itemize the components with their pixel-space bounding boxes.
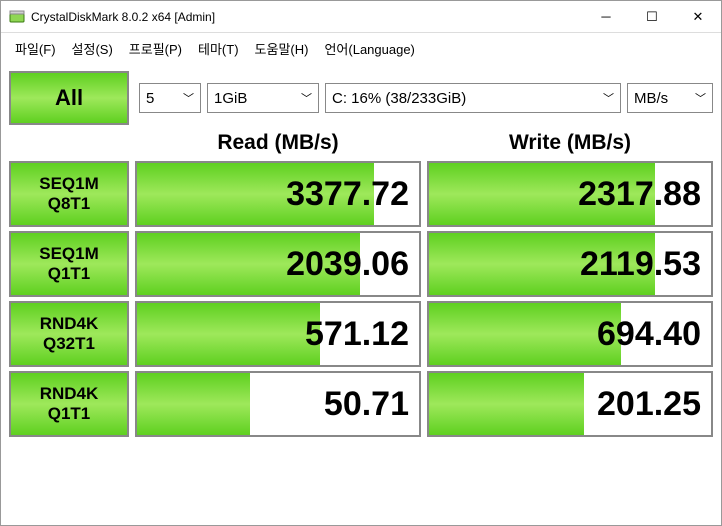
close-button[interactable]: ✕ xyxy=(675,1,721,32)
read-value-cell: 2039.06 xyxy=(135,231,421,297)
test-button-seq1m-q8t1[interactable]: SEQ1M Q8T1 xyxy=(9,161,129,227)
menu-help[interactable]: 도움말(H) xyxy=(247,35,317,62)
results-area: SEQ1M Q8T1 3377.72 2317.88 SEQ1M Q1T1 20… xyxy=(1,161,721,449)
write-value-cell: 2317.88 xyxy=(427,161,713,227)
unit-value: MB/s xyxy=(634,90,668,107)
write-value: 2119.53 xyxy=(580,245,701,284)
write-value: 2317.88 xyxy=(578,175,701,214)
write-value-cell: 2119.53 xyxy=(427,231,713,297)
read-value-cell: 50.71 xyxy=(135,371,421,437)
write-header: Write (MB/s) xyxy=(427,131,713,155)
result-row: SEQ1M Q1T1 2039.06 2119.53 xyxy=(9,231,713,297)
chevron-down-icon: ﹀ xyxy=(695,90,706,106)
read-value-cell: 571.12 xyxy=(135,301,421,367)
run-all-button[interactable]: All xyxy=(9,71,129,125)
write-fill-bar xyxy=(429,373,584,435)
write-value-cell: 694.40 xyxy=(427,301,713,367)
size-value: 1GiB xyxy=(214,90,247,107)
read-value-cell: 3377.72 xyxy=(135,161,421,227)
chevron-down-icon: ﹀ xyxy=(301,90,312,106)
drive-value: C: 16% (38/233GiB) xyxy=(332,90,466,107)
test-button-rnd4k-q32t1[interactable]: RND4K Q32T1 xyxy=(9,301,129,367)
window-title: CrystalDiskMark 8.0.2 x64 [Admin] xyxy=(31,10,583,24)
size-select[interactable]: 1GiB ﹀ xyxy=(207,83,319,113)
unit-select[interactable]: MB/s ﹀ xyxy=(627,83,713,113)
run-all-label: All xyxy=(55,85,83,111)
read-value: 50.71 xyxy=(324,385,409,424)
test-button-rnd4k-q1t1[interactable]: RND4K Q1T1 xyxy=(9,371,129,437)
result-row: RND4K Q32T1 571.12 694.40 xyxy=(9,301,713,367)
test-name-line1: SEQ1M xyxy=(39,174,99,194)
window-buttons: ─ ☐ ✕ xyxy=(583,1,721,32)
read-value: 571.12 xyxy=(305,315,409,354)
test-button-seq1m-q1t1[interactable]: SEQ1M Q1T1 xyxy=(9,231,129,297)
maximize-button[interactable]: ☐ xyxy=(629,1,675,32)
test-name-line1: RND4K xyxy=(40,314,99,334)
drive-select[interactable]: C: 16% (38/233GiB) ﹀ xyxy=(325,83,621,113)
test-name-line2: Q1T1 xyxy=(48,264,91,284)
chevron-down-icon: ﹀ xyxy=(603,90,614,106)
header-spacer xyxy=(9,131,129,155)
titlebar: CrystalDiskMark 8.0.2 x64 [Admin] ─ ☐ ✕ xyxy=(1,1,721,33)
app-icon xyxy=(9,9,25,25)
read-fill-bar xyxy=(137,373,250,435)
menubar: 파일(F) 설정(S) 프로필(P) 테마(T) 도움말(H) 언어(Langu… xyxy=(1,33,721,63)
menu-file[interactable]: 파일(F) xyxy=(7,35,64,62)
menu-theme[interactable]: 테마(T) xyxy=(190,35,247,62)
write-value-cell: 201.25 xyxy=(427,371,713,437)
menu-profile[interactable]: 프로필(P) xyxy=(121,35,190,62)
read-value: 3377.72 xyxy=(286,175,409,214)
menu-settings[interactable]: 설정(S) xyxy=(64,35,121,62)
read-header: Read (MB/s) xyxy=(135,131,421,155)
test-name-line2: Q8T1 xyxy=(48,194,91,214)
write-fill-bar xyxy=(429,303,621,365)
controls-row: All 5﹀ 1GiB﹀ C: 16% (38/233GiB)﹀ MB/s﹀ xyxy=(1,63,721,125)
test-name-line1: RND4K xyxy=(40,384,99,404)
column-headers: Read (MB/s) Write (MB/s) xyxy=(1,125,721,161)
test-name-line2: Q1T1 xyxy=(48,404,91,424)
minimize-button[interactable]: ─ xyxy=(583,1,629,32)
read-value: 2039.06 xyxy=(286,245,409,284)
menu-language[interactable]: 언어(Language) xyxy=(316,35,422,62)
test-name-line2: Q32T1 xyxy=(43,334,95,354)
read-fill-bar xyxy=(137,303,320,365)
chevron-down-icon: ﹀ xyxy=(183,90,194,106)
result-row: SEQ1M Q8T1 3377.72 2317.88 xyxy=(9,161,713,227)
test-name-line1: SEQ1M xyxy=(39,244,99,264)
count-value: 5 xyxy=(146,90,154,107)
write-value: 694.40 xyxy=(597,315,701,354)
write-value: 201.25 xyxy=(597,385,701,424)
result-row: RND4K Q1T1 50.71 201.25 xyxy=(9,371,713,437)
count-select[interactable]: 5﹀ xyxy=(139,83,201,113)
